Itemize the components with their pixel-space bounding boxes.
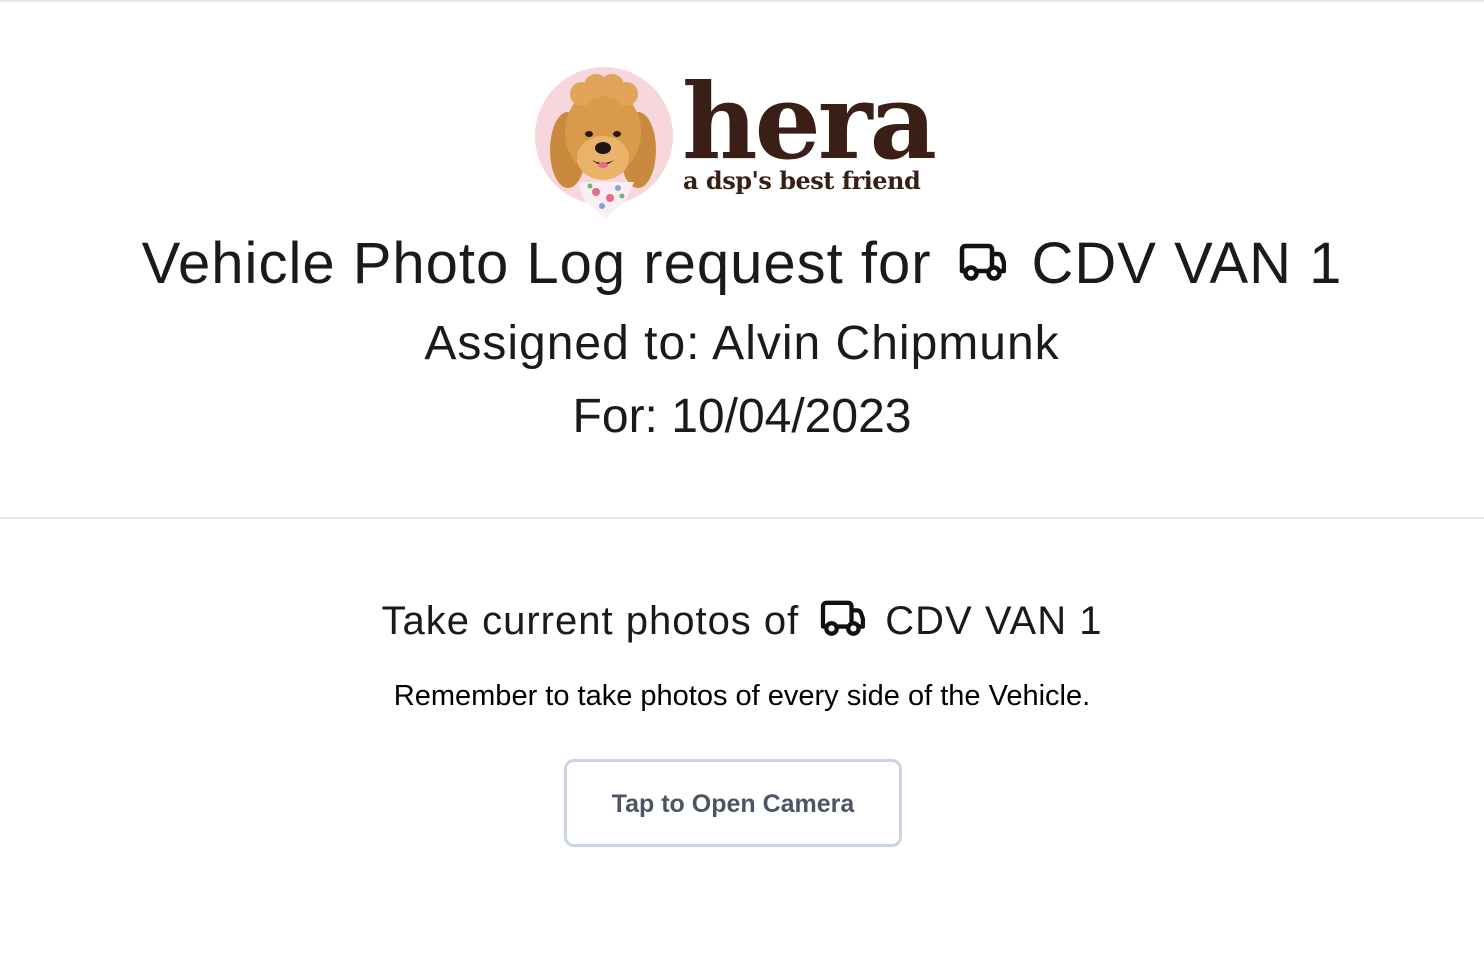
truck-icon	[819, 599, 866, 637]
goldendoodle-mascot-icon	[534, 66, 676, 220]
logo-tagline: a dsp's best friend	[683, 166, 921, 195]
reminder-text: Remember to take photos of every side of…	[393, 680, 1091, 712]
section-divider	[0, 517, 1484, 519]
request-prefix: Vehicle Photo Log request for	[141, 231, 932, 296]
for-date: For: 10/04/2023	[572, 390, 912, 443]
logo-wordmark: hera	[682, 60, 937, 183]
truck-icon	[958, 242, 1006, 282]
photo-prompt: Take current photos of CDV VAN 1	[0, 594, 1484, 648]
photo-prompt-prefix: Take current photos of	[381, 599, 800, 643]
hera-logo: hera a dsp's best friend	[534, 60, 937, 220]
assigned-to: Assigned to: Alvin Chipmunk	[424, 317, 1060, 370]
page-header: hera a dsp's best friend Vehicle Photo L…	[0, 0, 1484, 518]
open-camera-button[interactable]: Tap to Open Camera	[564, 759, 902, 847]
page-title: Vehicle Photo Log request for CDV VAN 1	[0, 228, 1484, 300]
photo-vehicle-name: CDV VAN 1	[885, 599, 1103, 643]
vehicle-name: CDV VAN 1	[1031, 231, 1343, 296]
